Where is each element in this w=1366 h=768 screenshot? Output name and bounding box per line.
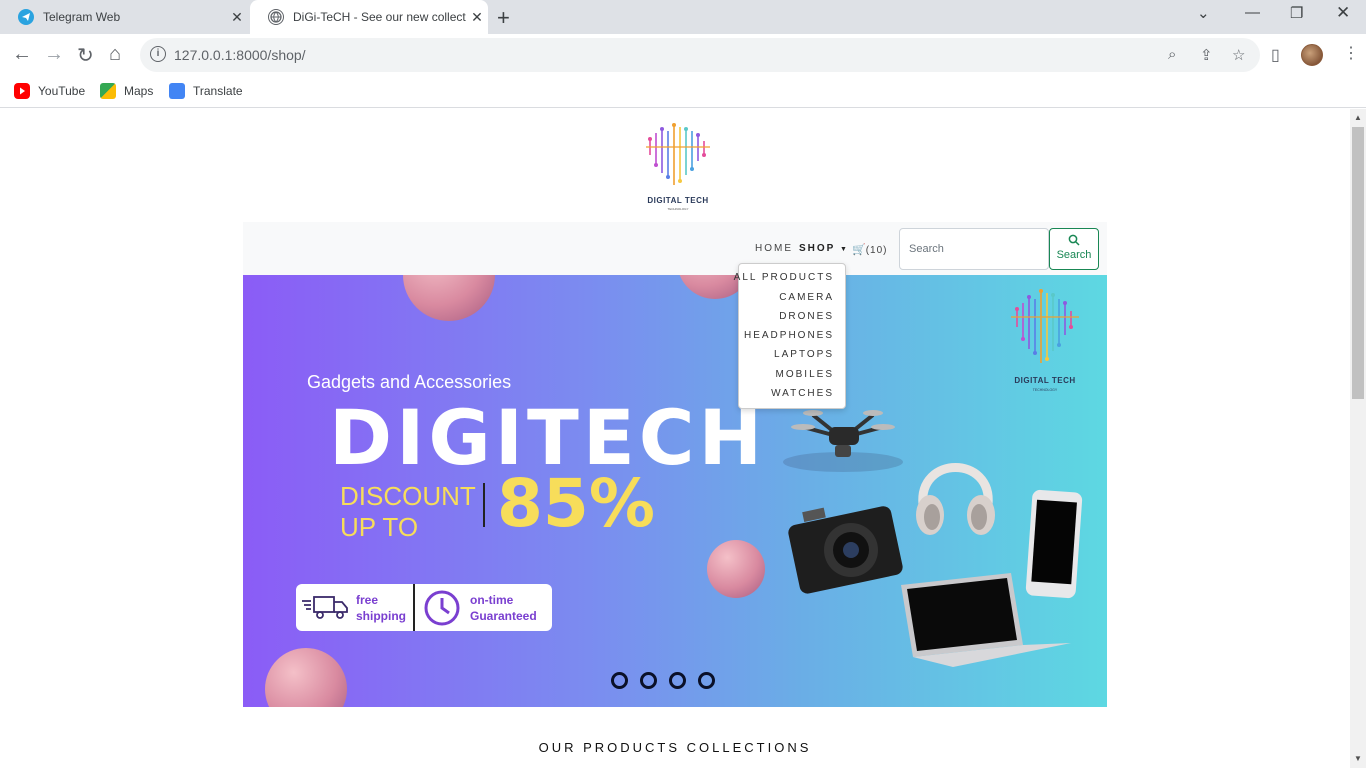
new-tab-icon[interactable]: + (497, 5, 510, 31)
decor-sphere (403, 275, 495, 321)
youtube-icon (14, 83, 30, 99)
tab-title: DiGi-TeCH - See our new collecti (293, 10, 466, 24)
profile-avatar[interactable] (1301, 44, 1323, 66)
laptop-image (901, 573, 1071, 667)
cart-count: (10) (865, 245, 888, 256)
hero-logo-text: DIGITAL TECH (1014, 376, 1075, 385)
restore-icon[interactable]: ❐ (1290, 4, 1303, 22)
site-logo[interactable]: DIGITAL TECH TECHNOLOGY (640, 121, 716, 213)
nav-cart-link[interactable]: 🛒(10) (852, 243, 888, 256)
decor-sphere (265, 648, 347, 707)
page-viewport: DIGITAL TECH TECHNOLOGY HOME SHOP ▼ 🛒(10… (0, 109, 1350, 768)
truck-icon (302, 596, 348, 619)
hero-discount-line2: UP TO (340, 512, 419, 542)
side-panel-icon[interactable]: ▯ (1271, 45, 1280, 65)
drone-image (783, 410, 903, 472)
browser-toolbar: ← → ↻ ⌂ i 127.0.0.1:8000/shop/ ⌕ ⇪ ☆ ▯ ⋮ (0, 34, 1366, 76)
scroll-down-icon[interactable]: ▼ (1354, 754, 1362, 763)
badge-divider (413, 584, 415, 631)
nav-home-link[interactable]: HOME (755, 243, 793, 254)
tab-digitech[interactable]: DiGi-TeCH - See our new collecti ✕ (250, 0, 488, 34)
dropdown-item-watches[interactable]: WATCHES (771, 388, 834, 399)
search-icon (1050, 234, 1098, 249)
camera-image (788, 506, 903, 594)
carousel-indicators (611, 672, 715, 689)
dropdown-item-mobiles[interactable]: MOBILES (776, 369, 834, 380)
hero-discount-line1: DISCOUNT (340, 481, 476, 511)
decor-sphere (707, 540, 765, 598)
browser-tabstrip: Telegram Web ✕ DiGi-TeCH - See our new c… (0, 0, 1366, 34)
bookmark-youtube[interactable]: YouTube (14, 83, 85, 99)
hero-logo: DIGITAL TECH TECHNOLOGY (1011, 289, 1079, 392)
dropdown-item-laptops[interactable]: LAPTOPS (774, 349, 834, 360)
forward-icon[interactable]: → (44, 43, 64, 66)
dropdown-item-all-products[interactable]: ALL PRODUCTS (734, 272, 834, 283)
search-input[interactable]: Search (899, 228, 1049, 270)
reload-icon[interactable]: ↻ (77, 43, 94, 68)
clock-icon (424, 590, 460, 626)
bookmark-star-icon[interactable]: ☆ (1232, 46, 1245, 64)
tab-title: Telegram Web (43, 10, 121, 24)
cart-icon: 🛒 (852, 244, 866, 256)
badge-time-text: on-time Guaranteed (470, 593, 537, 623)
logo-text: DIGITAL TECH (647, 196, 708, 205)
share-icon[interactable]: ⇪ (1200, 46, 1213, 64)
zoom-icon[interactable]: ⌕ (1168, 46, 1176, 63)
telegram-icon (18, 9, 34, 25)
menu-icon[interactable]: ⋮ (1343, 43, 1359, 63)
tab-telegram[interactable]: Telegram Web ✕ (0, 0, 248, 34)
bookmark-maps[interactable]: Maps (100, 83, 153, 99)
carousel-indicator[interactable] (640, 672, 657, 689)
search-button[interactable]: Search (1049, 228, 1099, 270)
headphones-image (916, 463, 995, 535)
site-navbar: HOME SHOP ▼ 🛒(10) Search Search (243, 222, 1107, 275)
carousel-indicator[interactable] (698, 672, 715, 689)
url-text: 127.0.0.1:8000/shop/ (174, 47, 306, 63)
bookmarks-bar: YouTube Maps Translate (0, 76, 1366, 108)
address-bar[interactable]: i 127.0.0.1:8000/shop/ ⌕ ⇪ ☆ (140, 38, 1260, 72)
hero-subtitle: Gadgets and Accessories (307, 372, 512, 392)
logo-tagline: TECHNOLOGY (667, 207, 688, 211)
maps-icon (100, 83, 116, 99)
page-scrollbar[interactable]: ▲ ▼ (1350, 109, 1366, 768)
back-icon[interactable]: ← (12, 43, 32, 66)
section-title: OUR PRODUCTS COLLECTIONS (538, 740, 812, 755)
dropdown-item-headphones[interactable]: HEADPHONES (744, 330, 834, 341)
service-badge: free shipping on-time Guaranteed (296, 584, 552, 631)
close-tab-icon[interactable]: ✕ (466, 9, 488, 26)
close-window-icon[interactable]: ✕ (1336, 3, 1350, 23)
minimize-icon[interactable]: — (1245, 4, 1260, 21)
carousel-indicator[interactable] (611, 672, 628, 689)
scroll-up-icon[interactable]: ▲ (1354, 113, 1362, 122)
scrollbar-thumb[interactable] (1352, 127, 1364, 399)
translate-icon (169, 83, 185, 99)
home-icon[interactable]: ⌂ (109, 43, 121, 66)
hero-divider (483, 483, 485, 527)
shop-dropdown-menu: ALL PRODUCTS CAMERA DRONES HEADPHONES LA… (734, 263, 846, 409)
site-info-icon[interactable]: i (150, 46, 166, 62)
hero-carousel[interactable]: Gadgets and Accessories DIGITECH DISCOUN… (243, 275, 1107, 707)
globe-icon (268, 9, 284, 25)
tab-search-icon[interactable]: ⌄ (1197, 4, 1210, 22)
badge-shipping-text: free shipping (356, 593, 406, 623)
nav-shop-dropdown[interactable]: SHOP ▼ (799, 243, 847, 254)
hero-logo-tagline: TECHNOLOGY (1033, 388, 1058, 392)
dropdown-item-drones[interactable]: DRONES (779, 311, 834, 322)
dropdown-item-camera[interactable]: CAMERA (779, 292, 834, 303)
carousel-indicator[interactable] (669, 672, 686, 689)
bookmark-translate[interactable]: Translate (169, 83, 243, 99)
hero-discount-value: 85% (497, 465, 655, 542)
close-tab-icon[interactable]: ✕ (226, 9, 248, 26)
